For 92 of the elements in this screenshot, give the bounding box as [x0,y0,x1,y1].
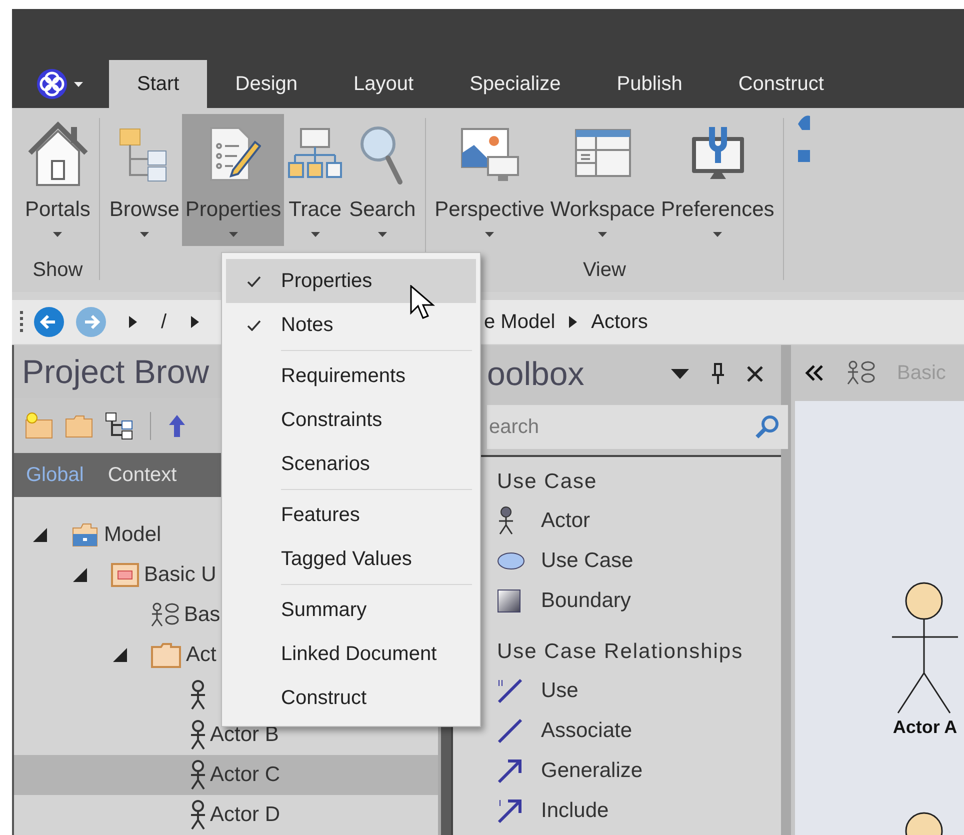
house-icon [26,121,89,187]
use-case-diagram-icon [845,359,877,387]
ribbon-button[interactable]: Search [346,114,419,246]
tree-item[interactable]: Actor D [152,795,280,835]
menu-item[interactable]: Linked Document [226,632,476,676]
tree-view-icon[interactable] [104,410,134,441]
toolbox-item[interactable]: Actor [497,501,781,541]
caret-icon [140,232,149,237]
ribbon-tab[interactable]: Layout [326,60,442,108]
tree-item[interactable]: Actor C [152,755,280,795]
toolbox-item[interactable]: Generalize [497,751,781,791]
toolbox-item[interactable]: Use [497,671,781,711]
toolbox-item[interactable]: Use Case [497,541,781,581]
breadcrumb-item[interactable]: / [161,310,167,334]
use-case-diagram-icon [150,601,180,629]
menu-item[interactable]: Summary [226,588,476,632]
ribbon-tab[interactable]: Publish [588,60,710,108]
partial-icon [798,114,810,164]
breadcrumb-item[interactable]: e Model [484,310,556,334]
ribbon-tab[interactable]: Specialize [442,60,589,108]
toolbox-item[interactable]: Associate [497,711,781,751]
package-icon [110,561,140,589]
collapse-triangle-icon[interactable] [32,527,48,543]
collapse-triangle-icon[interactable] [112,647,128,663]
caret-icon [310,232,320,237]
ribbon-button[interactable]: Trace [284,114,346,246]
caret-icon [713,232,722,237]
toolbox-item[interactable]: Include [497,791,781,831]
logo-icon[interactable] [36,68,68,100]
use-connector-icon [497,678,523,704]
menu-item[interactable]: Scenarios [226,442,476,486]
actor-icon [190,760,206,790]
actor-icon [190,720,206,750]
menu-item[interactable]: Constraints [226,398,476,442]
section-header[interactable]: Use Case [497,463,781,501]
actor-icon [190,680,206,710]
menu-item[interactable]: Requirements [226,354,476,398]
caret-icon [228,232,238,237]
tree-item[interactable]: Model [32,515,162,555]
ribbon-button[interactable]: Workspace [547,114,658,246]
layout-window-icon [574,128,632,180]
ribbon-button[interactable]: Properties [182,114,284,246]
panel-title: oolbox [487,355,586,393]
actor-icon [190,800,206,830]
tree-item[interactable]: Basic U [72,555,216,595]
ellipse-icon [497,551,525,571]
ribbon-button[interactable]: Preferences [658,114,778,246]
tree-item[interactable]: Bas [112,595,220,635]
caret-icon [598,232,608,237]
search-icon[interactable] [754,414,780,440]
group-label: View [582,258,626,282]
actor-label: Actor A [892,717,958,738]
close-icon[interactable] [747,366,763,382]
breadcrumb-item[interactable]: Actors [591,310,648,334]
ribbon-button[interactable]: Browse [106,114,182,246]
mouse-cursor-icon [410,285,436,321]
caret-icon [74,82,83,86]
ribbon-tab[interactable]: Start [109,60,208,108]
arrow-right-icon [569,316,578,328]
back-icon[interactable] [33,306,65,338]
generalize-arrow-icon [497,758,523,784]
menu-item[interactable]: Properties [226,259,476,303]
collapse-triangle-icon[interactable] [72,567,88,583]
menu-item[interactable]: Features [226,493,476,537]
group-label: Show [32,258,83,282]
caret-icon [53,232,62,237]
arrow-right-icon [190,316,199,328]
actor-icon [497,506,515,536]
tree-item[interactable]: Act [112,635,216,675]
toolbox-item[interactable]: Boundary [497,581,781,621]
section-header[interactable]: Use Case Relationships [497,633,781,671]
actor-figure[interactable] [890,581,960,715]
up-arrow-icon[interactable] [167,412,187,439]
include-arrow-icon [497,798,523,824]
panel-title: Project Brow [22,352,210,391]
menu-item[interactable]: Tagged Values [226,537,476,581]
boundary-icon [497,589,521,613]
caret-icon [378,232,387,237]
ribbon-button[interactable]: Portals [22,114,94,246]
ribbon-tab[interactable]: Construct [710,60,852,108]
menu-item[interactable]: Notes [226,303,476,347]
folder-icon [150,641,182,669]
caret-icon [485,232,494,237]
ribbon-tab[interactable]: Design [207,60,326,108]
ribbon-button[interactable]: Perspective [432,114,548,246]
dropdown-icon[interactable] [671,369,689,379]
collapse-icon[interactable] [805,365,825,381]
search-box[interactable]: earch [487,405,788,449]
panel-tab[interactable]: Context [108,464,177,487]
arrow-right-icon [129,316,137,328]
association-line-icon [497,718,523,744]
pin-icon[interactable] [711,363,725,385]
